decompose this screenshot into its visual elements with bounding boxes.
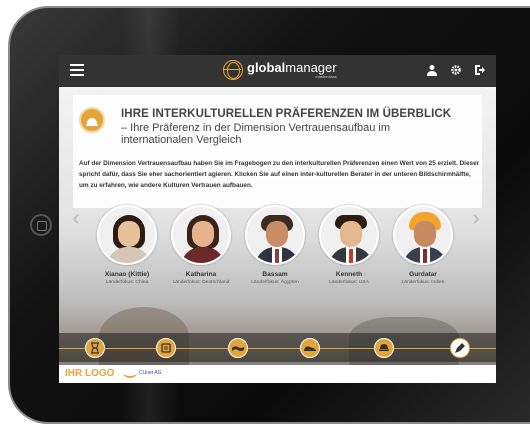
advisor-card-germany[interactable]: Katharina Länderfokus: Deutschland	[165, 205, 237, 285]
customer-logo: IHR LOGO	[65, 368, 115, 379]
app-screen: globalmanager masterclass IHRE INTERKULT…	[59, 55, 496, 383]
partner-logo: CUnet AG	[123, 368, 162, 378]
partner-name: CUnet AG	[139, 370, 162, 376]
chevron-left-icon[interactable]: ‹	[69, 207, 83, 229]
home-button[interactable]	[30, 214, 52, 236]
advisor-card-china[interactable]: Xianao (Kittie) Länderfokus: China	[91, 205, 163, 285]
timeline-node-handshake-icon[interactable]	[228, 338, 248, 358]
advisor-card-usa[interactable]: Kenneth Länderfokus: USA	[313, 205, 385, 285]
advisor-name: Xianao (Kittie)	[104, 271, 150, 278]
page-title: IHRE INTERKULTURELLEN PRÄFERENZEN IM ÜBE…	[121, 108, 452, 120]
partner-mark-icon	[123, 368, 137, 378]
page-subtitle: – Ihre Präferenz in der Dimension Vertra…	[121, 122, 391, 146]
timeline-node-trust-icon[interactable]	[374, 338, 394, 358]
advisor-focus: Länderfokus: USA	[329, 280, 369, 285]
advisor-name: Bassam	[262, 271, 288, 278]
brand-logo: globalmanager masterclass	[223, 60, 337, 80]
avatar	[97, 205, 157, 265]
avatar	[245, 205, 305, 265]
advisor-name: Katharina	[185, 271, 217, 278]
timeline-node-pen-icon[interactable]	[450, 338, 470, 358]
timeline-line	[59, 348, 496, 349]
advisor-focus: Länderfokus: Deutschland	[172, 280, 230, 285]
footer-bar: IHR LOGO CUnet AG	[59, 365, 496, 383]
advisor-card-india[interactable]: Gurdatar Länderfokus: Indien	[387, 205, 459, 285]
timeline-node-document-icon[interactable]	[156, 338, 176, 358]
menu-icon[interactable]	[70, 64, 84, 76]
trust-dimension-icon	[79, 107, 105, 133]
timeline-node-shoe-icon[interactable]	[300, 338, 320, 358]
avatar	[171, 205, 231, 265]
dimension-timeline	[59, 333, 496, 365]
user-icon[interactable]	[426, 64, 438, 76]
advisor-name: Kenneth	[335, 271, 363, 278]
globe-icon	[223, 60, 243, 80]
advisor-focus: Länderfokus: Ägypten	[251, 280, 299, 285]
gear-icon[interactable]	[450, 64, 462, 76]
timeline-node-time-icon[interactable]	[85, 338, 105, 358]
advisor-focus: Länderfokus: China	[105, 280, 149, 285]
description-text: Auf der Dimension Vertrauensaufbau haben…	[79, 160, 480, 189]
logout-icon[interactable]	[474, 64, 486, 76]
advisor-carousel: Xianao (Kittie) Länderfokus: China Katha…	[91, 205, 471, 295]
brand-name: globalmanager	[247, 60, 337, 75]
brand-subtitle: masterclass	[315, 74, 337, 79]
chevron-right-icon[interactable]: ›	[469, 207, 483, 229]
advisor-card-egypt[interactable]: Bassam Länderfokus: Ägypten	[239, 205, 311, 285]
top-bar: globalmanager masterclass	[59, 55, 496, 87]
advisor-name: Gurdatar	[409, 271, 437, 278]
avatar	[319, 205, 379, 265]
avatar	[393, 205, 453, 265]
advisor-focus: Länderfokus: Indien	[401, 280, 445, 285]
